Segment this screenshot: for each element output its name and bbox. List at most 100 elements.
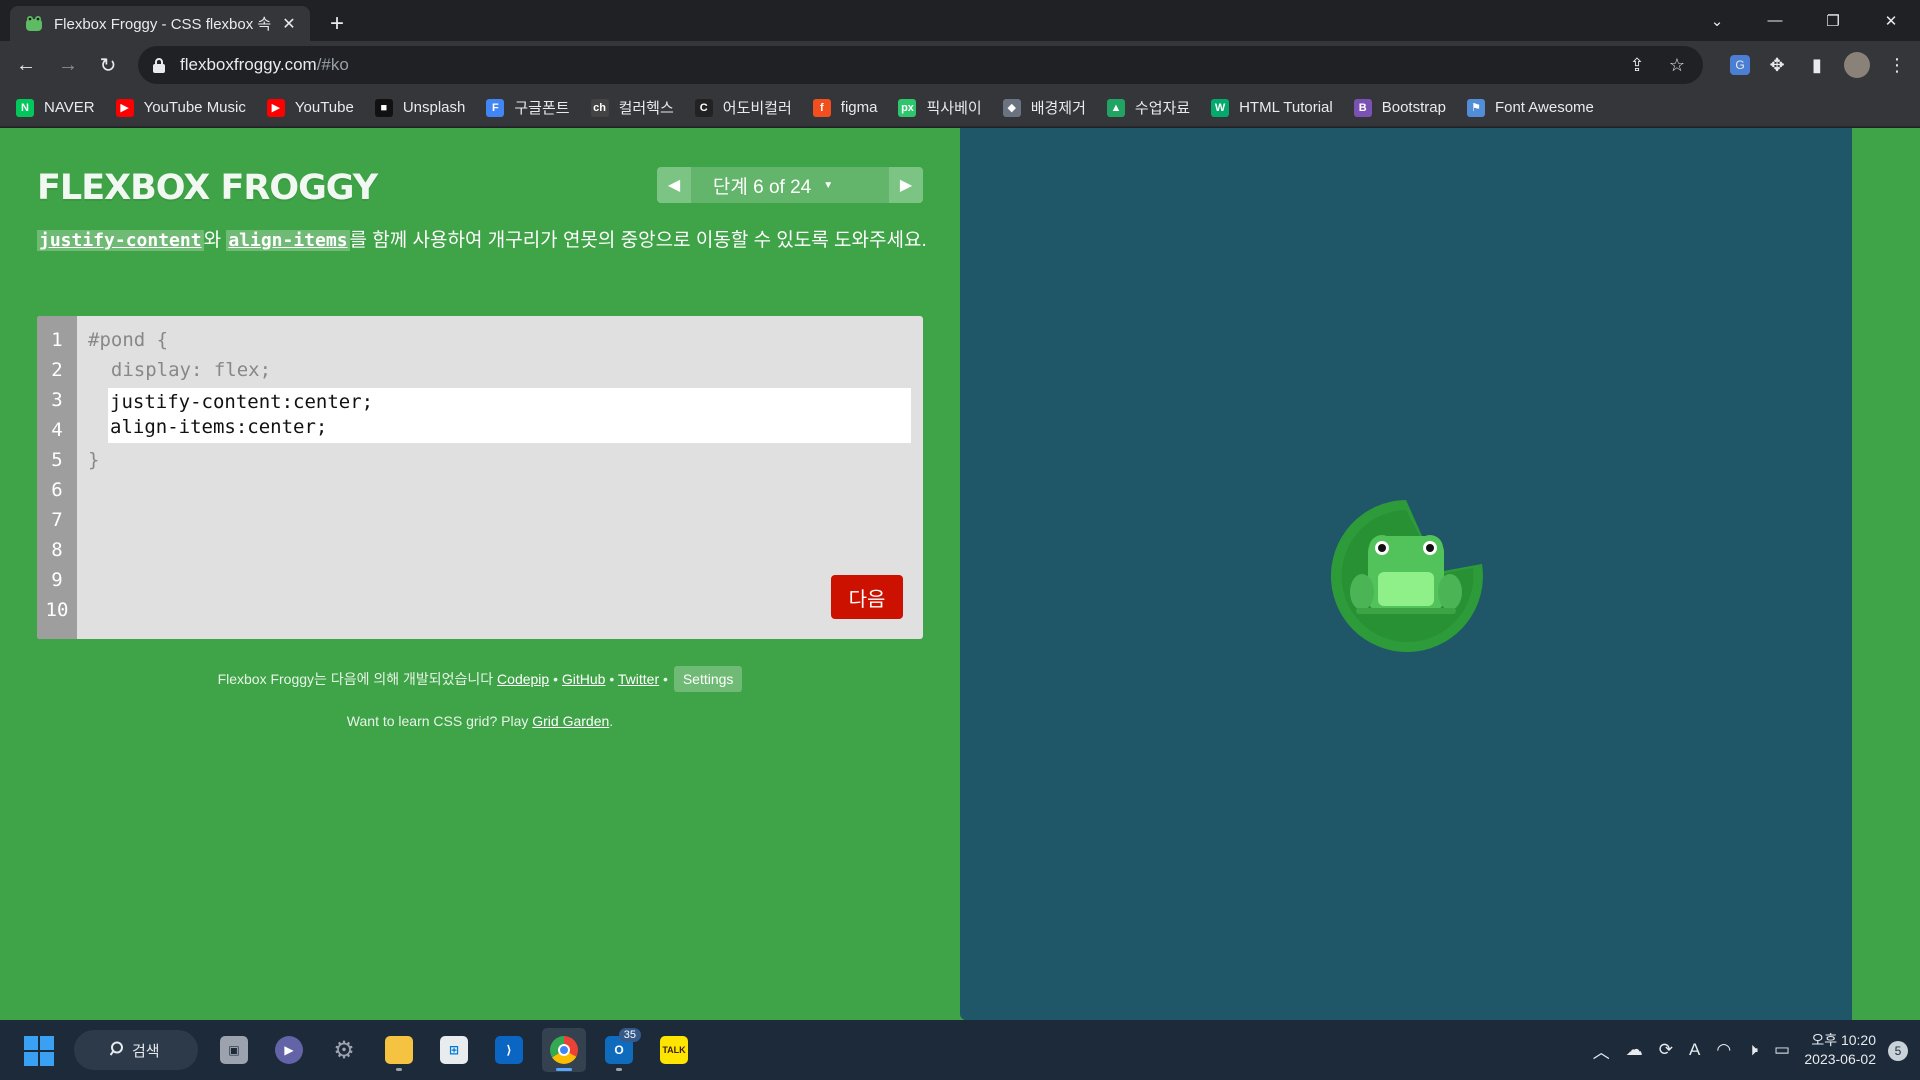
frog-on-lilypad-icon <box>1330 500 1483 652</box>
bookmark-label: 구글폰트 <box>514 100 570 117</box>
minimize-button[interactable]: — <box>1746 0 1804 41</box>
new-tab-button[interactable]: + <box>322 9 352 39</box>
bookmark-item[interactable]: ch 컬러헥스 <box>590 97 674 118</box>
vscode-icon[interactable]: ⟩ <box>487 1028 531 1072</box>
bootstrap-icon: B <box>1353 98 1372 117</box>
share-icon[interactable]: ⇪ <box>1625 55 1649 76</box>
battery-icon[interactable]: ▭ <box>1774 1040 1790 1060</box>
code-line: } <box>88 449 100 471</box>
reload-icon[interactable]: ↻ <box>92 49 124 81</box>
bookmark-item[interactable]: B Bootstrap <box>1353 98 1446 117</box>
code-input-line: justify-content:center; <box>110 391 374 413</box>
search-icon <box>110 1041 123 1056</box>
address-bar[interactable]: flexboxfroggy.com/#ko ⇪ ☆ <box>138 46 1703 84</box>
bookmark-item[interactable]: f figma <box>812 98 878 117</box>
clock-time: 오후 10:20 <box>1811 1032 1876 1048</box>
windows-start-icon[interactable] <box>24 1036 54 1066</box>
game-panel: FLEXBOX FROGGY ◀ 단계 6 of 24 ▼ ▶ justify-… <box>0 128 960 1020</box>
bookmark-item[interactable]: F 구글폰트 <box>486 97 570 118</box>
bookmark-label: 배경제거 <box>1030 100 1086 117</box>
translate-icon[interactable]: G <box>1730 55 1750 75</box>
title-bar: Flexbox Froggy - CSS flexbox 속 ✕ + ⌄ — ❐… <box>0 0 1920 41</box>
unsplash-icon: ■ <box>374 98 393 117</box>
onedrive-icon[interactable]: ☁ <box>1626 1040 1643 1060</box>
bookmark-item[interactable]: W HTML Tutorial <box>1211 98 1333 117</box>
code-term-justify-content[interactable]: justify-content <box>37 230 204 251</box>
forward-icon[interactable]: → <box>52 49 84 81</box>
bookmark-item[interactable]: ▶ YouTube Music <box>115 98 246 117</box>
code-input-area[interactable]: justify-content:center; align-items:cent… <box>108 388 911 443</box>
google-drive-icon: ▲ <box>1106 98 1125 117</box>
bookmark-item[interactable]: ⚑ Font Awesome <box>1466 98 1594 117</box>
tab-search-icon[interactable]: ⌄ <box>1688 0 1746 41</box>
notification-count[interactable]: 5 <box>1888 1041 1908 1061</box>
page-content: FLEXBOX FROGGY ◀ 단계 6 of 24 ▼ ▶ justify-… <box>0 128 1920 1020</box>
back-icon[interactable]: ← <box>10 49 42 81</box>
taskbar-search[interactable]: 검색 <box>74 1030 198 1070</box>
codepip-link[interactable]: Codepip <box>497 671 549 687</box>
close-window-button[interactable]: ✕ <box>1862 0 1920 41</box>
clock[interactable]: 오후 10:20 2023-06-02 <box>1804 1031 1876 1069</box>
ime-indicator[interactable]: A <box>1689 1040 1700 1060</box>
microsoft-store-icon[interactable]: ⊞ <box>432 1028 476 1072</box>
side-panel-icon[interactable]: ▮ <box>1804 52 1830 78</box>
teams-chat-icon[interactable]: ▶ <box>267 1028 311 1072</box>
bookmark-label: 픽사베이 <box>926 100 982 117</box>
kakaotalk-icon[interactable]: TALK <box>652 1028 696 1072</box>
bookmark-item[interactable]: ◆ 배경제거 <box>1002 97 1086 118</box>
youtube-icon: ▶ <box>266 98 285 117</box>
line-number: 7 <box>51 509 63 531</box>
github-link[interactable]: GitHub <box>562 671 606 687</box>
bookmarks-bar: N NAVER ▶ YouTube Music ▶ YouTube ■ Unsplash F 구글… <box>0 89 1920 127</box>
bookmark-label: 수업자료 <box>1134 100 1191 117</box>
figma-icon: f <box>812 98 831 117</box>
credits: Flexbox Froggy는 다음에 의해 개발되었습니다 Codepip •… <box>0 666 960 692</box>
browser-toolbar: ← → ↻ flexboxfroggy.com/#ko ⇪ ☆ G ✥ ▮ ⋮ <box>0 41 1920 89</box>
level-label: 단계 6 of 24 <box>712 176 812 198</box>
bookmark-item[interactable]: px 픽사베이 <box>898 97 982 118</box>
menu-kebab-icon[interactable]: ⋮ <box>1884 52 1910 78</box>
level-navigation: ◀ 단계 6 of 24 ▼ ▶ <box>657 167 923 203</box>
close-tab-icon[interactable]: ✕ <box>278 13 300 35</box>
restore-button[interactable]: ❐ <box>1804 0 1862 41</box>
level-selector[interactable]: 단계 6 of 24 ▼ <box>657 167 889 203</box>
settings-gear-icon[interactable]: ⚙ <box>322 1028 366 1072</box>
twitter-link[interactable]: Twitter <box>618 671 659 687</box>
bookmark-item[interactable]: N NAVER <box>16 98 95 117</box>
bookmark-item[interactable]: ■ Unsplash <box>374 98 465 117</box>
browser-tab[interactable]: Flexbox Froggy - CSS flexbox 속 ✕ <box>10 6 310 41</box>
wifi-icon[interactable]: ◠ <box>1716 1040 1731 1060</box>
bookmark-item[interactable]: ▶ YouTube <box>266 98 354 117</box>
remove-bg-icon: ◆ <box>1002 98 1021 117</box>
task-view-icon[interactable]: ▣ <box>212 1028 256 1072</box>
prev-level-button[interactable]: ◀ <box>657 167 691 203</box>
line-number: 4 <box>51 419 63 441</box>
line-number: 3 <box>51 389 63 411</box>
next-level-button[interactable]: ▶ <box>889 167 923 203</box>
bookmark-label: figma <box>840 99 878 116</box>
settings-button[interactable]: Settings <box>673 666 743 692</box>
chrome-icon[interactable] <box>542 1028 586 1072</box>
sync-icon[interactable]: ⟳ <box>1659 1040 1673 1060</box>
bookmark-label: Bootstrap <box>1381 99 1446 116</box>
bookmark-item[interactable]: C 어도비컬러 <box>694 97 792 118</box>
bookmark-label: Font Awesome <box>1494 99 1594 116</box>
pinned-apps: ▣ ▶ ⚙ ⊞ ⟩ O 35 TALK <box>212 1028 696 1072</box>
url-text: flexboxfroggy.com/#ko <box>180 55 349 74</box>
chevron-up-icon[interactable]: ︿ <box>1593 1038 1610 1063</box>
line-number: 8 <box>51 539 63 561</box>
code-term-align-items[interactable]: align-items <box>226 230 350 251</box>
lock-icon <box>153 58 165 73</box>
bookmark-item[interactable]: ▲ 수업자료 <box>1106 97 1191 118</box>
extensions-puzzle-icon[interactable]: ✥ <box>1764 52 1790 78</box>
colorhex-icon: ch <box>590 98 609 117</box>
file-explorer-icon[interactable] <box>377 1028 421 1072</box>
outlook-icon[interactable]: O 35 <box>597 1028 641 1072</box>
speaker-muted-icon[interactable]: 🕨 <box>1747 1040 1758 1060</box>
next-button[interactable]: 다음 <box>831 575 903 619</box>
bookmark-star-icon[interactable]: ☆ <box>1665 55 1689 76</box>
grid-garden-link[interactable]: Grid Garden <box>532 713 609 729</box>
pond <box>960 128 1852 1020</box>
pixabay-icon: px <box>898 98 917 117</box>
profile-avatar[interactable] <box>1844 52 1870 78</box>
